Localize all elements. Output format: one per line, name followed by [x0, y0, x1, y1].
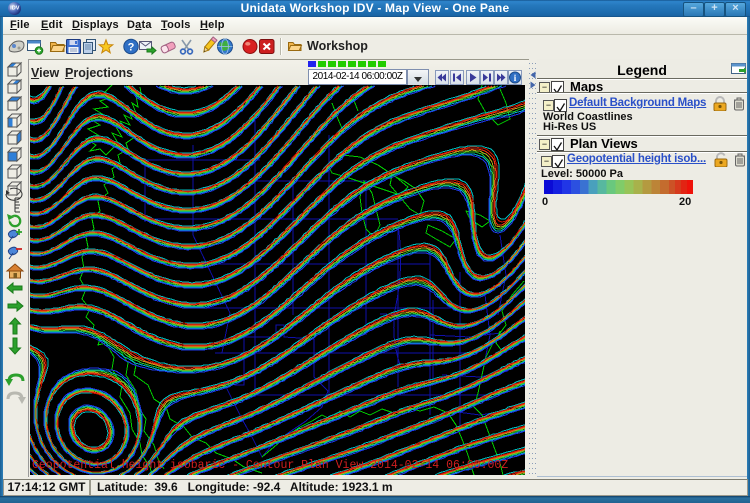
svg-text:?: ?	[128, 42, 135, 54]
